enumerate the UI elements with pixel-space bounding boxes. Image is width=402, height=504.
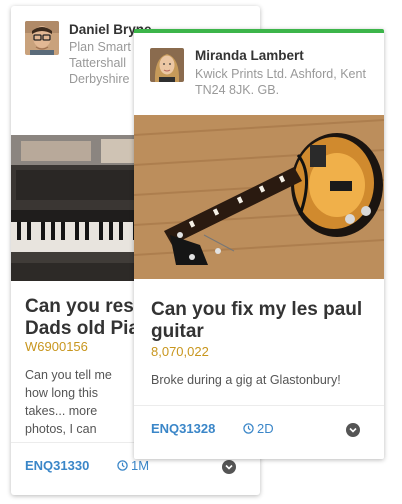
user-avatar (25, 21, 59, 55)
enquiry-id-link[interactable]: ENQ31328 (151, 421, 215, 436)
card-divider (134, 405, 384, 406)
enquiry-age-value: 1M (131, 458, 150, 473)
chevron-down-icon[interactable] (346, 423, 360, 437)
guitar-image (134, 115, 384, 279)
enquiry-reference: 8,070,022 (151, 344, 209, 359)
user-address: Kwick Prints Ltd. Ashford, Kent TN24 8JK… (195, 67, 366, 97)
enquiry-card-guitar[interactable]: Miranda Lambert Kwick Prints Ltd. Ashfor… (134, 29, 384, 459)
enquiry-description: Can you tell me how long this takes... m… (25, 368, 112, 436)
enquiry-photo[interactable] (134, 115, 384, 279)
enquiry-reference: W6900156 (25, 339, 88, 354)
enquiry-description: Broke during a gig at Glastonbury! (151, 373, 341, 387)
clock-icon (243, 423, 254, 434)
enquiry-id-link[interactable]: ENQ31330 (25, 458, 89, 473)
enquiry-age: 1M (117, 458, 149, 473)
enquiry-age-value: 2D (257, 421, 274, 436)
user-name[interactable]: Miranda Lambert (195, 48, 304, 63)
enquiry-age: 2D (243, 421, 274, 436)
clock-icon (117, 460, 128, 471)
card-header: Miranda Lambert Kwick Prints Ltd. Ashfor… (134, 33, 384, 113)
enquiry-title[interactable]: Can you fix my les paul guitar (151, 299, 371, 343)
chevron-down-icon[interactable] (222, 460, 236, 474)
user-avatar (150, 48, 184, 82)
